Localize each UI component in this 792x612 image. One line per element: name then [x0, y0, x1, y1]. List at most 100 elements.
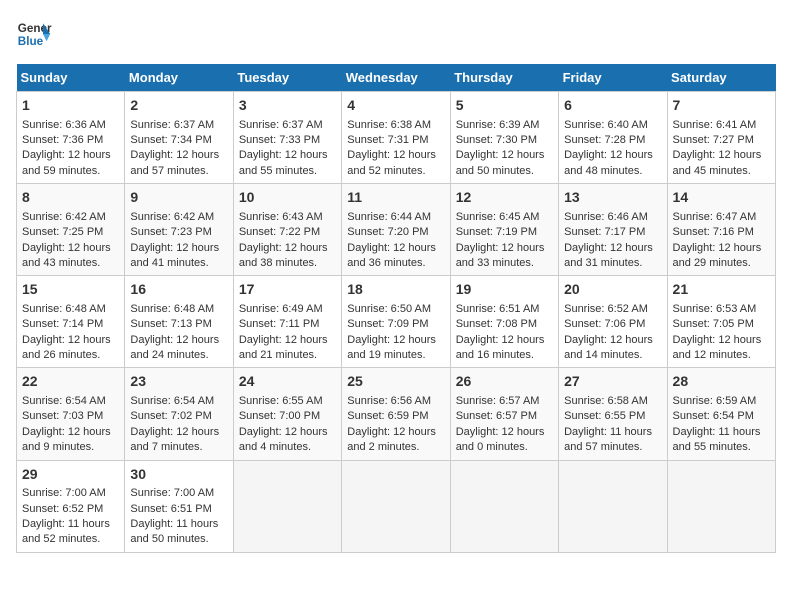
sunset: Sunset: 7:25 PM	[22, 226, 103, 238]
daylight: Daylight: 12 hours and 59 minutes.	[22, 149, 111, 176]
sunset: Sunset: 7:34 PM	[130, 134, 211, 146]
sunrise: Sunrise: 6:54 AM	[22, 395, 106, 407]
day-number: 21	[673, 280, 770, 300]
sunrise: Sunrise: 6:40 AM	[564, 119, 648, 131]
calendar-cell: 22Sunrise: 6:54 AMSunset: 7:03 PMDayligh…	[17, 368, 125, 460]
sunrise: Sunrise: 6:42 AM	[130, 211, 214, 223]
daylight: Daylight: 12 hours and 29 minutes.	[673, 242, 762, 269]
sunrise: Sunrise: 6:57 AM	[456, 395, 540, 407]
calendar-cell: 13Sunrise: 6:46 AMSunset: 7:17 PMDayligh…	[559, 184, 667, 276]
sunset: Sunset: 6:51 PM	[130, 503, 211, 515]
daylight: Daylight: 12 hours and 12 minutes.	[673, 334, 762, 361]
day-number: 1	[22, 96, 119, 116]
calendar-cell: 18Sunrise: 6:50 AMSunset: 7:09 PMDayligh…	[342, 276, 450, 368]
day-number: 26	[456, 372, 553, 392]
sunrise: Sunrise: 6:38 AM	[347, 119, 431, 131]
sunrise: Sunrise: 6:55 AM	[239, 395, 323, 407]
sunset: Sunset: 7:33 PM	[239, 134, 320, 146]
calendar-cell: 7 Sunrise: 6:41 AM Sunset: 7:27 PM Daylight…	[667, 92, 775, 184]
weekday-sunday: Sunday	[17, 64, 125, 92]
calendar-week-5: 29Sunrise: 7:00 AMSunset: 6:52 PMDayligh…	[17, 460, 776, 552]
sunrise: Sunrise: 6:53 AM	[673, 303, 757, 315]
calendar-week-1: 1Sunrise: 6:36 AMSunset: 7:36 PMDaylight…	[17, 92, 776, 184]
sunset: Sunset: 7:02 PM	[130, 410, 211, 422]
sunrise: Sunrise: 6:48 AM	[130, 303, 214, 315]
day-number: 19	[456, 280, 553, 300]
sunset: Sunset: 7:11 PM	[239, 318, 320, 330]
calendar-cell: 17Sunrise: 6:49 AMSunset: 7:11 PMDayligh…	[233, 276, 341, 368]
calendar-cell	[233, 460, 341, 552]
day-number: 5	[456, 96, 553, 116]
weekday-wednesday: Wednesday	[342, 64, 450, 92]
daylight: Daylight: 12 hours and 7 minutes.	[130, 426, 219, 453]
daylight: Daylight: 12 hours and 45 minutes.	[673, 149, 762, 176]
calendar-cell: 9Sunrise: 6:42 AMSunset: 7:23 PMDaylight…	[125, 184, 233, 276]
daylight: Daylight: 11 hours and 57 minutes.	[564, 426, 652, 453]
sunset: Sunset: 7:28 PM	[564, 134, 645, 146]
sunrise: Sunrise: 6:47 AM	[673, 211, 757, 223]
daylight: Daylight: 12 hours and 38 minutes.	[239, 242, 328, 269]
sunset: Sunset: 7:19 PM	[456, 226, 537, 238]
day-number: 3	[239, 96, 336, 116]
sunset: Sunset: 7:00 PM	[239, 410, 320, 422]
sunset: Sunset: 7:30 PM	[456, 134, 537, 146]
sunrise: Sunrise: 6:42 AM	[22, 211, 106, 223]
sunset: Sunset: 7:09 PM	[347, 318, 428, 330]
calendar-cell: 16Sunrise: 6:48 AMSunset: 7:13 PMDayligh…	[125, 276, 233, 368]
sunset: Sunset: 6:57 PM	[456, 410, 537, 422]
day-number: 27	[564, 372, 661, 392]
daylight: Daylight: 12 hours and 4 minutes.	[239, 426, 328, 453]
calendar-cell	[667, 460, 775, 552]
sunset: Sunset: 7:16 PM	[673, 226, 754, 238]
sunrise: Sunrise: 6:58 AM	[564, 395, 648, 407]
sunset: Sunset: 7:13 PM	[130, 318, 211, 330]
calendar-week-4: 22Sunrise: 6:54 AMSunset: 7:03 PMDayligh…	[17, 368, 776, 460]
sunset: Sunset: 7:03 PM	[22, 410, 103, 422]
sunset: Sunset: 6:54 PM	[673, 410, 754, 422]
daylight: Daylight: 12 hours and 41 minutes.	[130, 242, 219, 269]
day-number: 18	[347, 280, 444, 300]
day-number: 6	[564, 96, 661, 116]
sunrise: Sunrise: 6:59 AM	[673, 395, 757, 407]
sunrise: Sunrise: 6:36 AM	[22, 119, 106, 131]
sunset: Sunset: 7:05 PM	[673, 318, 754, 330]
calendar-cell: 27Sunrise: 6:58 AMSunset: 6:55 PMDayligh…	[559, 368, 667, 460]
daylight: Daylight: 12 hours and 9 minutes.	[22, 426, 111, 453]
calendar-cell: 30Sunrise: 7:00 AMSunset: 6:51 PMDayligh…	[125, 460, 233, 552]
calendar-cell: 11Sunrise: 6:44 AMSunset: 7:20 PMDayligh…	[342, 184, 450, 276]
sunset: Sunset: 7:17 PM	[564, 226, 645, 238]
daylight: Daylight: 12 hours and 55 minutes.	[239, 149, 328, 176]
page-header: General Blue	[16, 16, 776, 52]
sunrise: Sunrise: 6:37 AM	[239, 119, 323, 131]
sunset: Sunset: 7:08 PM	[456, 318, 537, 330]
daylight: Daylight: 12 hours and 19 minutes.	[347, 334, 436, 361]
daylight: Daylight: 12 hours and 36 minutes.	[347, 242, 436, 269]
sunrise: Sunrise: 7:00 AM	[22, 487, 106, 499]
daylight: Daylight: 12 hours and 57 minutes.	[130, 149, 219, 176]
calendar-cell: 23Sunrise: 6:54 AMSunset: 7:02 PMDayligh…	[125, 368, 233, 460]
calendar-cell: 4Sunrise: 6:38 AMSunset: 7:31 PMDaylight…	[342, 92, 450, 184]
logo-icon: General Blue	[16, 16, 52, 52]
calendar-cell: 25Sunrise: 6:56 AMSunset: 6:59 PMDayligh…	[342, 368, 450, 460]
weekday-thursday: Thursday	[450, 64, 558, 92]
day-number: 25	[347, 372, 444, 392]
calendar-cell: 19Sunrise: 6:51 AMSunset: 7:08 PMDayligh…	[450, 276, 558, 368]
calendar-cell: 28Sunrise: 6:59 AMSunset: 6:54 PMDayligh…	[667, 368, 775, 460]
day-number: 7	[673, 96, 770, 116]
day-number: 11	[347, 188, 444, 208]
sunrise: Sunrise: 6:39 AM	[456, 119, 540, 131]
daylight: Daylight: 11 hours and 50 minutes.	[130, 518, 218, 545]
daylight: Daylight: 11 hours and 55 minutes.	[673, 426, 761, 453]
svg-text:Blue: Blue	[18, 35, 44, 48]
calendar-cell: 21 Sunrise: 6:53 AM Sunset: 7:05 PM Dayligh…	[667, 276, 775, 368]
calendar-week-2: 8Sunrise: 6:42 AMSunset: 7:25 PMDaylight…	[17, 184, 776, 276]
calendar-cell	[342, 460, 450, 552]
logo: General Blue	[16, 16, 52, 52]
sunset: Sunset: 7:06 PM	[564, 318, 645, 330]
sunset: Sunset: 7:20 PM	[347, 226, 428, 238]
daylight: Daylight: 12 hours and 33 minutes.	[456, 242, 545, 269]
daylight: Daylight: 12 hours and 21 minutes.	[239, 334, 328, 361]
sunset: Sunset: 7:27 PM	[673, 134, 754, 146]
day-number: 24	[239, 372, 336, 392]
sunrise: Sunrise: 6:41 AM	[673, 119, 757, 131]
